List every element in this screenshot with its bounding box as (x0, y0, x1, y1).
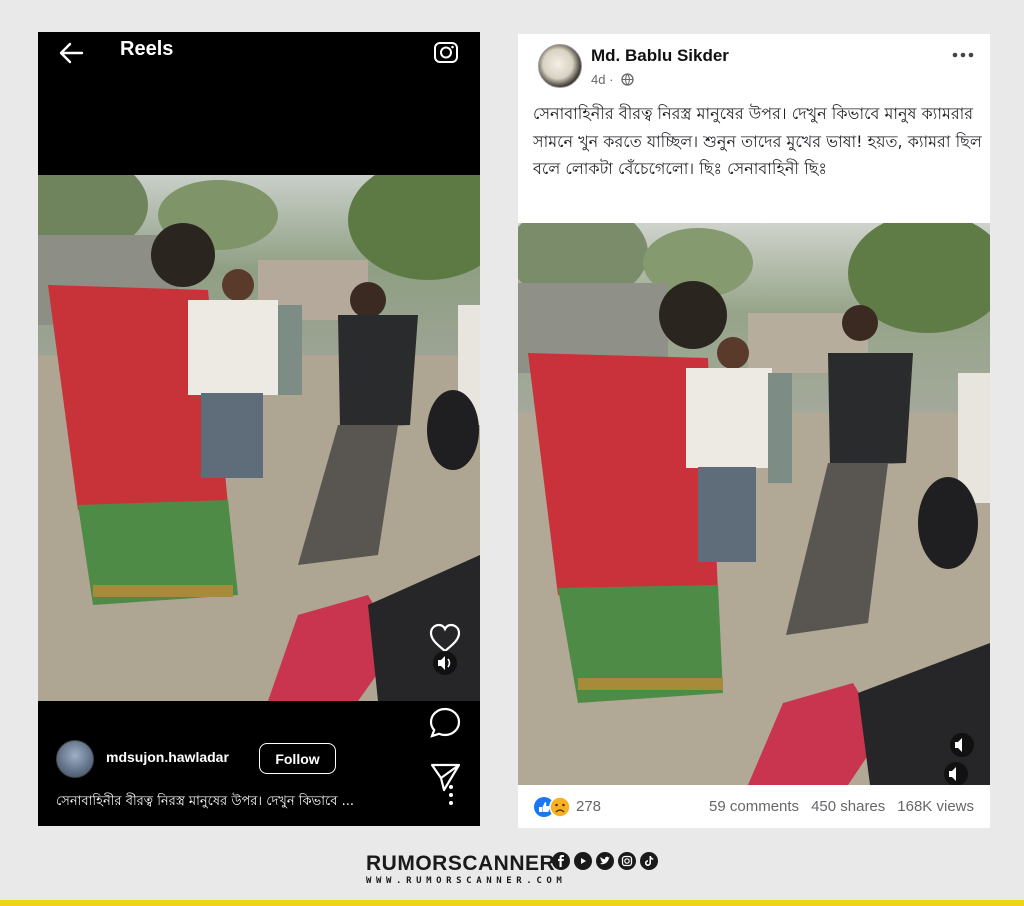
brand-url[interactable]: WWW.RUMORSCANNER.COM (366, 876, 566, 886)
username[interactable]: mdsujon.hawladar (106, 749, 229, 765)
reel-author-row: mdsujon.hawladar Follow (56, 738, 462, 778)
post-engagement-bar: 278 59 comments 450 shares 168K views (518, 786, 990, 828)
more-options-icon[interactable] (446, 784, 456, 806)
follow-button[interactable]: Follow (259, 743, 336, 774)
youtube-icon[interactable] (574, 852, 592, 870)
facebook-post-panel: Md. Bablu Sikder 4d · সেনাবাহিনীর বীরত্ব… (518, 34, 990, 828)
rumorscanner-brand: RUMORSCANNER WWW.RUMORSCANNER.COM (0, 846, 1024, 892)
views-count: 168K views (897, 798, 974, 815)
instagram-icon[interactable] (618, 852, 636, 870)
volume-icon[interactable] (432, 650, 458, 676)
avatar[interactable] (538, 44, 582, 88)
brand-accent-bar (0, 900, 1024, 906)
post-author[interactable]: Md. Bablu Sikder (591, 46, 729, 66)
post-video[interactable] (518, 223, 990, 785)
reels-title: Reels (120, 38, 174, 60)
facebook-icon[interactable] (552, 852, 570, 870)
avatar[interactable] (56, 740, 94, 778)
camera-icon[interactable] (432, 38, 460, 66)
comments-count[interactable]: 59 comments (709, 798, 799, 815)
post-text: সেনাবাহিনীর বীরত্ব নিরস্ত্র মানুষের উপর।… (533, 104, 982, 178)
comment-icon[interactable] (428, 706, 462, 740)
brand-logo-text: RUMORSCANNER (366, 852, 556, 875)
post-time[interactable]: 4d · (591, 72, 613, 87)
reel-video[interactable] (38, 175, 480, 701)
globe-icon (621, 73, 634, 86)
more-options-icon[interactable] (950, 48, 976, 62)
instagram-reel-panel: Reels mdsujon.hawladar Follow সেনাবাহিনী… (38, 32, 480, 826)
social-icons (552, 852, 658, 870)
twitter-icon[interactable] (596, 852, 614, 870)
shares-count[interactable]: 450 shares (811, 798, 885, 815)
back-arrow-icon[interactable] (56, 38, 86, 68)
reaction-count[interactable]: 278 (576, 798, 601, 815)
post-stats: 59 comments 450 shares 168K views (709, 798, 974, 815)
reel-caption[interactable]: সেনাবাহিনীর বীরত্ব নিরস্ত্র মানুষের উপর।… (56, 792, 422, 813)
reaction-icons[interactable] (533, 796, 573, 818)
reels-header: Reels (38, 32, 480, 76)
tiktok-icon[interactable] (640, 852, 658, 870)
